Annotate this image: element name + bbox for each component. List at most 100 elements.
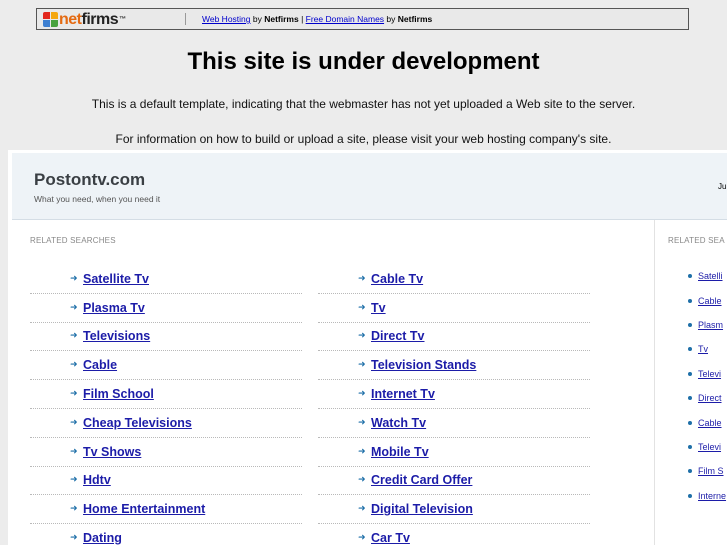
related-link[interactable]: Home Entertainment [83,502,205,516]
sidebar-link-row[interactable]: Film S [688,459,727,483]
info-text-hosting-site: For information on how to build or uploa… [115,132,612,146]
related-link[interactable]: Television Stands [371,358,476,372]
arrow-right-icon: ➜ [70,504,78,515]
related-link[interactable]: Car Tv [371,531,410,545]
arrow-right-icon: ➜ [70,475,78,486]
related-links-column-2: ➜ Cable Tv ➜ Tv ➜ Direct Tv ➜ Television Sta… [318,265,590,545]
topbar-divider [185,13,186,25]
logo-net: net [59,11,82,28]
bullet-icon [688,298,692,303]
bullet-icon [688,493,692,498]
sidebar-link-row[interactable]: Cable [688,410,727,434]
arrow-right-icon: ➜ [358,331,366,342]
arrow-right-icon: ➜ [358,533,366,544]
sidebar-link[interactable]: Televi [698,442,721,452]
related-link[interactable]: Dating [83,531,122,545]
sidebar-link-row[interactable]: Televi [688,362,727,386]
by-text-1: by [250,14,265,24]
logo-trademark: ™ [119,16,126,23]
arrow-right-icon: ➜ [70,302,78,313]
related-link-row[interactable]: ➜ Home Entertainment [30,495,302,525]
related-link[interactable]: Internet Tv [371,387,435,401]
sidebar-link[interactable]: Televi [698,369,721,379]
related-link-row[interactable]: ➜ Tv Shows [30,438,302,467]
arrow-right-icon: ➜ [70,446,78,457]
related-link[interactable]: Televisions [83,329,150,343]
related-link[interactable]: Tv Shows [83,445,141,459]
arrow-right-icon: ➜ [70,533,78,544]
arrow-right-icon: ➜ [70,417,78,428]
bullet-icon [688,274,692,279]
related-link[interactable]: Satellite Tv [83,272,149,286]
sidebar-link-row[interactable]: Cable [688,288,727,312]
sidebar-link[interactable]: Film S [698,466,724,476]
site-tagline: What you need, when you need it [34,194,161,204]
related-link[interactable]: Watch Tv [371,416,426,430]
related-link-row[interactable]: ➜ Cheap Televisions [30,409,302,438]
bullet-icon [688,322,692,327]
bullet-icon [688,469,692,474]
sidebar-link[interactable]: Plasm [698,320,723,330]
related-link-row[interactable]: ➜ Mobile Tv [318,438,590,467]
related-link[interactable]: Hdtv [83,473,111,487]
arrow-right-icon: ➜ [70,360,78,371]
free-domain-names-link[interactable]: Free Domain Names [306,14,384,24]
site-title[interactable]: Postontv.com [34,170,145,190]
related-link-row[interactable]: ➜ Cable Tv [318,265,590,294]
by-text-2: by [384,14,398,24]
related-link-row[interactable]: ➜ Digital Television [318,495,590,525]
related-link-row[interactable]: ➜ Credit Card Offer [318,467,590,496]
related-link[interactable]: Cable [83,358,117,372]
sidebar-link-row[interactable]: Televi [688,435,727,459]
related-link-row[interactable]: ➜ Direct Tv [318,323,590,352]
related-link[interactable]: Tv [371,301,386,315]
netfirms-brand-2: Netfirms [397,14,433,24]
arrow-right-icon: ➜ [358,389,366,400]
related-link-row[interactable]: ➜ Car Tv [318,524,590,545]
arrow-right-icon: ➜ [70,273,78,284]
sidebar-link-row[interactable]: Interne [688,484,727,508]
related-link-row[interactable]: ➜ Watch Tv [318,409,590,438]
related-link[interactable]: Direct Tv [371,329,425,343]
sidebar-link-row[interactable]: Plasm [688,313,727,337]
related-link-row[interactable]: ➜ Televisions [30,323,302,352]
related-link[interactable]: Cable Tv [371,272,423,286]
arrow-right-icon: ➜ [358,302,366,313]
sidebar-link-row[interactable]: Direct [688,386,727,410]
related-link[interactable]: Credit Card Offer [371,473,472,487]
netfirms-logo[interactable]: netfirms™ [43,11,159,28]
related-link-row[interactable]: ➜ Film School [30,380,302,409]
sidebar-link-row[interactable]: Tv [688,337,727,361]
sidebar-link[interactable]: Tv [698,344,708,354]
netfirms-bar: netfirms™ Web Hosting by Netfirms | Free… [36,8,689,30]
sidebar-link[interactable]: Interne [698,491,726,501]
related-link-row[interactable]: ➜ Hdtv [30,467,302,496]
related-link[interactable]: Cheap Televisions [83,416,192,430]
related-link[interactable]: Film School [83,387,154,401]
separator-text: | [298,14,306,24]
netfirms-logo-text: netfirms™ [59,11,126,28]
related-link-row[interactable]: ➜ Internet Tv [318,380,590,409]
related-links-column-1: ➜ Satellite Tv ➜ Plasma Tv ➜ Televisions ➜ C… [30,265,302,545]
sidebar-link[interactable]: Direct [698,393,722,403]
related-link[interactable]: Plasma Tv [83,301,145,315]
web-hosting-link[interactable]: Web Hosting [202,14,251,24]
related-link-row[interactable]: ➜ Tv [318,294,590,323]
related-link-row[interactable]: ➜ Dating [30,524,302,545]
sidebar-link-row[interactable]: Satelli [688,264,727,288]
related-link-row[interactable]: ➜ Satellite Tv [30,265,302,294]
related-searches-main: RELATED SEARCHES ➜ Satellite Tv ➜ Plasma T… [12,220,655,545]
related-link[interactable]: Mobile Tv [371,445,429,459]
logo-firms: firms [81,11,119,28]
arrow-right-icon: ➜ [358,273,366,284]
sidebar-link[interactable]: Satelli [698,271,723,281]
related-searches-label: RELATED SEARCHES [30,236,116,245]
sidebar-link[interactable]: Cable [698,418,722,428]
arrow-right-icon: ➜ [358,446,366,457]
bullet-icon [688,444,692,449]
related-link-row[interactable]: ➜ Cable [30,351,302,381]
related-link-row[interactable]: ➜ Television Stands [318,351,590,381]
sidebar-link[interactable]: Cable [698,296,722,306]
related-link-row[interactable]: ➜ Plasma Tv [30,294,302,323]
related-link[interactable]: Digital Television [371,502,473,516]
